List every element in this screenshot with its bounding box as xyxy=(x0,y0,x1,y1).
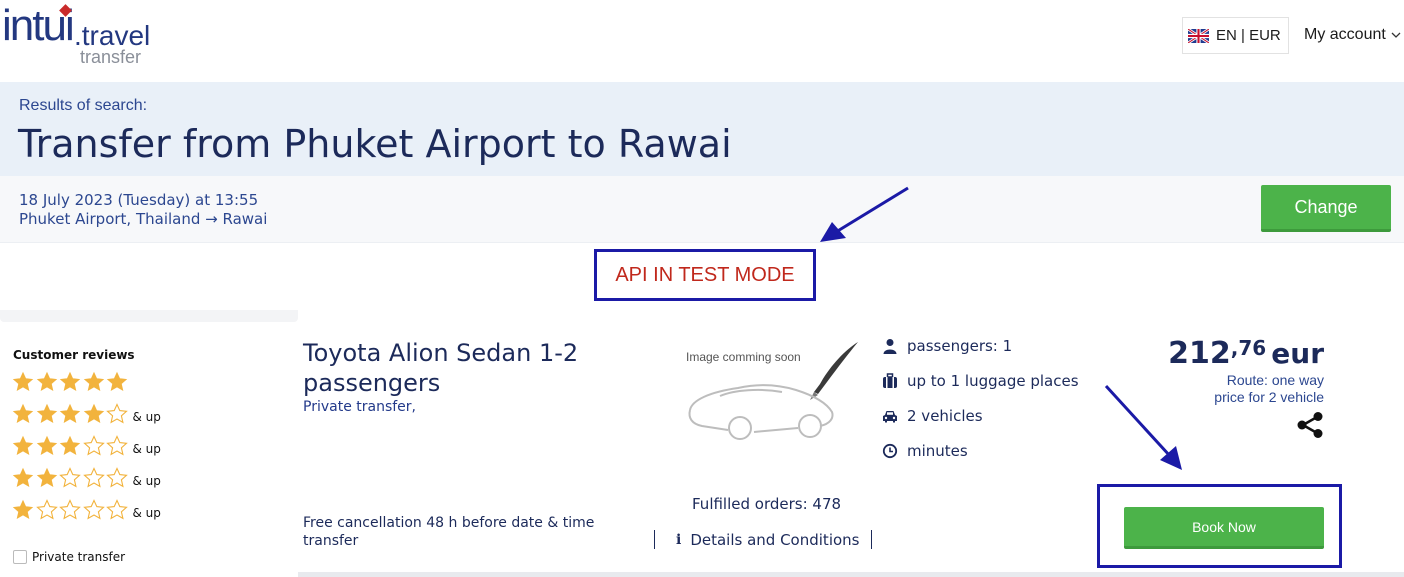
transfer-type: Private transfer, xyxy=(303,399,416,415)
and-up-label: & up xyxy=(132,506,161,520)
price-cents: ,76 xyxy=(1230,336,1267,360)
and-up-label: & up xyxy=(132,442,161,456)
feature-luggage: up to 1 luggage places xyxy=(882,373,1079,389)
rating-filter-5[interactable] xyxy=(12,371,130,393)
star-empty-icon xyxy=(106,435,128,456)
and-up-label: & up xyxy=(132,474,161,488)
change-search-button[interactable]: Change xyxy=(1261,185,1391,232)
star-filled-icon xyxy=(83,371,104,392)
star-empty-icon xyxy=(82,499,105,520)
rating-filter-3[interactable]: & up xyxy=(12,435,161,457)
luggage-value: up to 1 luggage places xyxy=(907,372,1079,390)
uk-flag-icon xyxy=(1188,28,1209,43)
details-separator-right xyxy=(871,530,872,549)
luggage-icon xyxy=(883,373,897,388)
result-card-bottom-border xyxy=(298,572,1404,577)
cancellation-policy: Free cancellation 48 h before date & tim… xyxy=(303,515,595,549)
star-filled-icon xyxy=(106,371,128,392)
private-transfer-filter[interactable]: Private transfer xyxy=(13,550,125,564)
transfer-date: 18 July 2023 (Tuesday) at 13:55 xyxy=(19,191,259,209)
fulfilled-orders: Fulfilled orders: 478 xyxy=(692,495,842,513)
sidebar-top-tab xyxy=(0,310,298,322)
star-filled-icon xyxy=(12,371,34,392)
my-account-menu[interactable]: My account xyxy=(1304,27,1401,43)
results-label: Results of search: xyxy=(19,97,148,114)
star-filled-icon xyxy=(36,467,57,488)
language-currency-selector[interactable]: EN | EUR xyxy=(1182,17,1289,54)
info-icon: i xyxy=(676,532,682,548)
star-filled-icon xyxy=(36,371,57,392)
book-now-button[interactable]: Book Now xyxy=(1124,507,1324,549)
star-filled-icon xyxy=(12,435,34,456)
logo-suffix-text: .travel xyxy=(74,20,151,51)
vehicles-value: 2 vehicles xyxy=(907,407,983,425)
details-label: Details and Conditions xyxy=(690,531,860,549)
person-icon xyxy=(883,339,897,354)
intui-travel-logo[interactable]: intui .travel transfer xyxy=(2,4,162,68)
page-title: Transfer from Phuket Airport to Rawai xyxy=(18,122,732,166)
star-filled-icon xyxy=(83,403,104,424)
feature-passengers: passengers: 1 xyxy=(882,338,1012,354)
language-currency-label: EN | EUR xyxy=(1216,27,1281,44)
rating-filter-2[interactable]: & up xyxy=(12,467,161,489)
logo-sub-text: transfer xyxy=(80,47,142,67)
duration-value: minutes xyxy=(907,442,968,460)
star-empty-icon xyxy=(106,467,128,488)
star-filled-icon xyxy=(59,371,81,392)
vehicle-name: Toyota Alion Sedan 1-2 passengers xyxy=(303,339,579,397)
price-note: price for 2 vehicle xyxy=(1214,389,1324,405)
share-icon[interactable] xyxy=(1296,412,1324,438)
star-empty-icon xyxy=(106,403,128,424)
my-account-label: My account xyxy=(1304,26,1386,43)
star-filled-icon xyxy=(12,403,34,424)
chevron-down-icon xyxy=(1391,32,1401,38)
and-up-label: & up xyxy=(132,410,161,424)
price-whole: 212 xyxy=(1168,336,1231,371)
route-note: Route: one way xyxy=(1226,372,1324,388)
private-transfer-checkbox[interactable] xyxy=(13,550,27,564)
search-results-banner: Results of search: Transfer from Phuket … xyxy=(0,82,1404,176)
feature-vehicles: 2 vehicles xyxy=(882,408,983,424)
details-and-conditions-link[interactable]: i Details and Conditions xyxy=(676,532,859,548)
car-sketch-icon xyxy=(688,342,858,440)
details-separator-left xyxy=(654,530,655,549)
vehicle-image-placeholder: Image comming soon xyxy=(680,338,862,448)
passengers-value: passengers: 1 xyxy=(907,337,1013,355)
rating-filter-1[interactable]: & up xyxy=(12,499,161,521)
private-transfer-label: Private transfer xyxy=(32,550,126,564)
clock-icon xyxy=(882,443,898,459)
car-icon xyxy=(883,411,897,423)
price-currency: eur xyxy=(1271,337,1324,370)
transfer-route: Phuket Airport, Thailand → Rawai xyxy=(19,210,268,228)
star-filled-icon xyxy=(36,403,57,424)
feature-duration: minutes xyxy=(882,443,968,459)
star-empty-icon xyxy=(82,467,105,488)
star-empty-icon xyxy=(59,499,81,520)
star-filled-icon xyxy=(12,467,34,488)
star-empty-icon xyxy=(59,467,81,488)
star-filled-icon xyxy=(59,403,81,424)
price-amount: 212,76 eur xyxy=(1060,336,1324,372)
customer-reviews-title: Customer reviews xyxy=(13,348,135,362)
star-filled-icon xyxy=(59,435,81,456)
star-empty-icon xyxy=(82,435,105,456)
star-empty-icon xyxy=(106,499,128,520)
star-filled-icon xyxy=(12,499,34,520)
star-filled-icon xyxy=(36,435,57,456)
rating-filter-4[interactable]: & up xyxy=(12,403,161,425)
price-block: 212,76 eur Route: one way price for 2 ve… xyxy=(1060,336,1324,406)
star-empty-icon xyxy=(35,499,58,520)
test-mode-notice: API IN TEST MODE xyxy=(594,249,816,301)
search-summary-bar: 18 July 2023 (Tuesday) at 13:55 Phuket A… xyxy=(0,176,1404,243)
